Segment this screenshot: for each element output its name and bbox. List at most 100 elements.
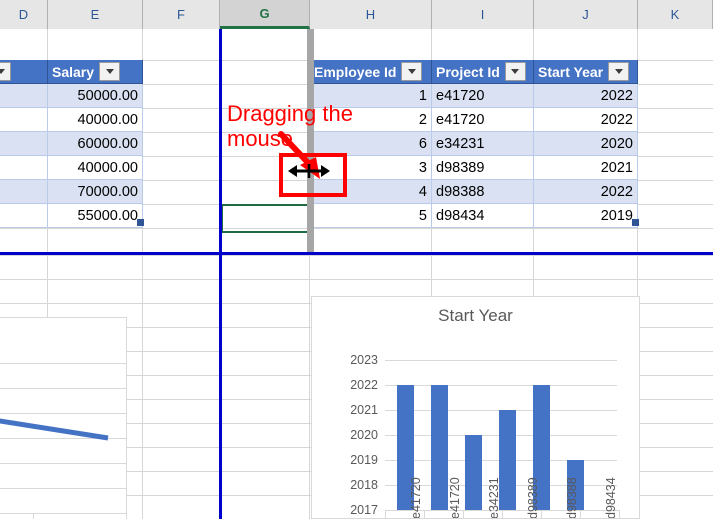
table-row[interactable]: 5 d98434 2019 [310,204,638,228]
cell-salary[interactable]: 40000.00 [48,108,143,132]
cell-department[interactable] [0,108,48,132]
cell-project-id[interactable]: e34231 [432,132,534,156]
column-header-start-year[interactable]: Start Year [534,60,638,84]
table-row[interactable]: 50000.00 [0,84,143,108]
column-header-g[interactable]: G [220,0,310,29]
column-header-h[interactable]: H [310,0,432,29]
filter-dropdown-icon[interactable] [99,62,120,81]
table-header-row: Employee Id Project Id Start Year [310,60,638,84]
column-header-label: D [19,7,28,22]
column-header-e[interactable]: E [48,0,143,29]
cell-salary[interactable]: 55000.00 [48,204,143,228]
header-label: Project Id [436,64,500,80]
chart-ytick-label: 2020 [326,428,378,442]
cell-salary[interactable]: 50000.00 [48,84,143,108]
header-label: Employee Id [314,64,396,80]
column-header-bar: D E F G H I J K [0,0,713,30]
chart-xtick-label: d98434 [604,477,618,519]
worksheet-grid[interactable]: Page 3 ment Salary 50000.00 40000.00 e 6… [0,29,713,519]
cell-project-id[interactable]: d98434 [432,204,534,228]
table-row[interactable]: 2 e41720 2022 [310,108,638,132]
column-header-f[interactable]: F [143,0,220,29]
column-header-employee-id[interactable]: Employee Id [310,60,432,84]
table-row[interactable]: e 55000.00 [0,204,143,228]
active-cell-selection[interactable] [221,204,313,233]
filter-dropdown-icon[interactable] [505,62,526,81]
grid-row-line [0,255,713,256]
chart-ytick-label: 2022 [326,378,378,392]
table-row[interactable]: 3 d98389 2021 [310,156,638,180]
header-label: Start Year [538,64,603,80]
chart-xtick-label: e34231 [487,477,501,519]
column-header-label: K [671,7,680,22]
cell-department[interactable] [0,180,48,204]
table-row[interactable]: 70000.00 [0,180,143,204]
table-row[interactable]: 40000.00 [0,156,143,180]
column-header-d[interactable]: D [0,0,48,29]
chart-ytick-label: 2017 [326,503,378,517]
column-header-i[interactable]: I [432,0,534,29]
chart-xtick-label: d98389 [526,477,540,519]
chart-xtick-box [0,513,34,519]
table-resize-handle[interactable] [632,219,639,226]
cell-salary[interactable]: 70000.00 [48,180,143,204]
chart-xtick-label: d98388 [565,477,579,519]
column-header-label: G [259,6,269,21]
cell-employee-id[interactable]: 5 [310,204,432,228]
table-row[interactable]: 4 d98388 2022 [310,180,638,204]
table-row[interactable]: e 60000.00 [0,132,143,156]
cell-start-year[interactable]: 2020 [534,132,638,156]
header-label: Salary [52,64,94,80]
table-resize-handle[interactable] [137,219,144,226]
column-header-label: H [366,7,375,22]
chart-xtick-label: e41720 [448,477,462,519]
filter-dropdown-icon[interactable] [608,62,629,81]
filter-dropdown-icon[interactable] [401,62,422,81]
page-break-horizontal[interactable] [0,252,713,255]
cell-project-id[interactable]: e41720 [432,108,534,132]
table-row[interactable]: 1 e41720 2022 [310,84,638,108]
cell-department[interactable]: e [0,132,48,156]
grid-row-line [0,228,713,229]
grid-row-line [0,279,713,280]
chart-ytick-label: 2021 [326,403,378,417]
cell-department[interactable] [0,84,48,108]
chart-start-year[interactable]: Start Year 2023 2022 2021 2020 2019 2018… [311,296,640,519]
cell-department[interactable]: e [0,204,48,228]
column-header-j[interactable]: J [534,0,638,29]
chart-xtick-label: e41720 [409,477,423,519]
employee-salary-table[interactable]: ment Salary 50000.00 40000.00 e 60000.00… [0,60,143,228]
cell-start-year[interactable]: 2021 [534,156,638,180]
chart-title: Start Year [312,306,639,326]
table-row[interactable]: 40000.00 [0,108,143,132]
column-header-salary[interactable]: Salary [48,60,143,84]
cell-start-year[interactable]: 2022 [534,108,638,132]
column-header-label: E [91,7,100,22]
cell-salary[interactable]: 60000.00 [48,132,143,156]
cell-start-year[interactable]: 2022 [534,84,638,108]
chart-bar[interactable] [499,410,516,510]
chart-department-line[interactable]: HR Finance [0,317,127,519]
table-row[interactable]: 6 e34231 2020 [310,132,638,156]
project-start-year-table[interactable]: Employee Id Project Id Start Year 1 e417… [310,60,638,228]
horizontal-resize-cursor-icon [279,153,339,189]
cell-project-id[interactable]: e41720 [432,84,534,108]
filter-dropdown-icon[interactable] [0,62,11,81]
column-header-project-id[interactable]: Project Id [432,60,534,84]
chart-xtick-box [33,513,127,519]
cell-project-id[interactable]: d98388 [432,180,534,204]
column-header-department[interactable]: ment [0,60,48,84]
column-header-label: F [177,7,185,22]
chart-gridline [385,360,617,361]
cell-project-id[interactable]: d98389 [432,156,534,180]
column-header-k[interactable]: K [638,0,713,29]
page-break-vertical[interactable] [219,29,222,519]
cell-start-year[interactable]: 2022 [534,180,638,204]
chart-ytick-label: 2019 [326,453,378,467]
cell-start-year[interactable]: 2019 [534,204,638,228]
cell-department[interactable] [0,156,48,180]
column-header-label: I [481,7,485,22]
cell-salary[interactable]: 40000.00 [48,156,143,180]
chart-bar[interactable] [431,385,448,510]
chart-bar[interactable] [465,435,482,510]
